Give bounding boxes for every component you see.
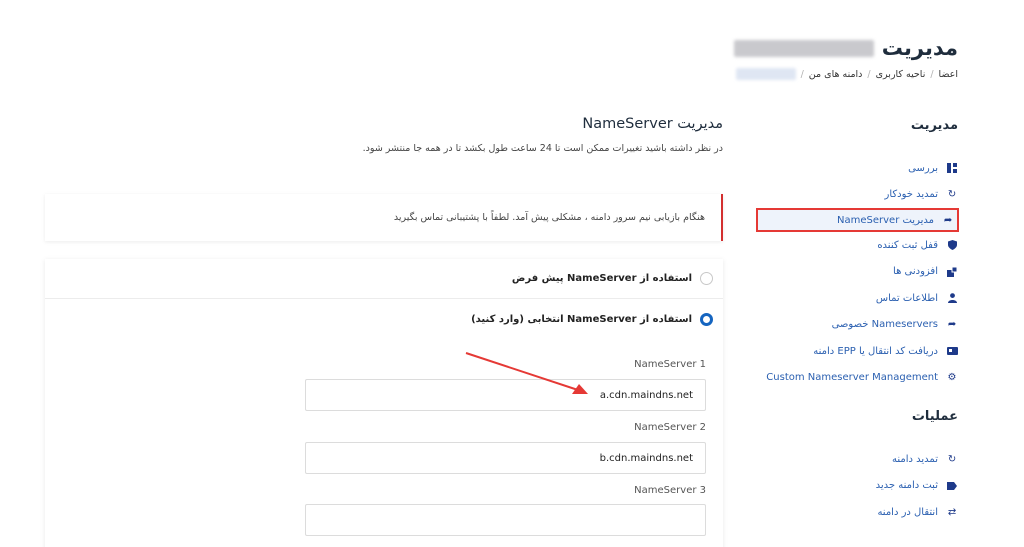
section-title: مدیریت NameServer (582, 116, 723, 132)
exchange-icon: ⇄ (947, 506, 957, 518)
sidebar-item-auto-renew[interactable]: ↻ تمدید خودکار (758, 182, 958, 209)
sidebar-item-private-nameservers[interactable]: ➦ Nameservers خصوصی (758, 312, 958, 339)
error-alert-text: هنگام بازیابی نیم سرور دامنه ، مشکلی پیش… (393, 212, 705, 223)
share-arrow-icon: ➦ (947, 319, 957, 331)
card-icon (946, 347, 958, 356)
sidebar-item-overview[interactable]: بررسی (758, 155, 958, 182)
refresh-icon: ↻ (947, 189, 957, 201)
page-title: مدیریت (881, 36, 958, 60)
option-default-ns[interactable]: استفاده از NameServer پیش فرض (45, 259, 723, 299)
sidebar-item-custom-ns-management[interactable]: ⚙ Custom Nameserver Management (758, 365, 958, 392)
page-header: مدیریت (733, 36, 958, 60)
sidebar-item-addons[interactable]: افزودنی ها (758, 259, 958, 286)
share-arrow-icon: ➦ (943, 214, 953, 226)
annotation-arrow-icon (465, 352, 588, 394)
refresh-icon: ↻ (947, 453, 957, 465)
redacted-domain (733, 39, 874, 57)
sidebar-item-renew-domain[interactable]: ↻ تمدید دامنه (758, 446, 958, 473)
shield-icon (946, 240, 958, 251)
breadcrumb-my-domains[interactable]: دامنه های من (809, 69, 863, 80)
user-icon (946, 293, 958, 304)
option-custom-ns[interactable]: استفاده از NameServer انتخابی (وارد کنید… (45, 299, 723, 339)
sidebar-item-contact-info[interactable]: اطلاعات تماس (758, 285, 958, 312)
ns3-label: NameServer 3 (634, 485, 706, 496)
radio-default-ns[interactable] (700, 272, 713, 285)
sidebar-item-transfer-domain[interactable]: ⇄ انتقال در دامنه (758, 499, 958, 526)
sidebar: مدیریت بررسی ↻ تمدید خودکار ➦ مدیریت Nam… (756, 118, 959, 526)
sidebar-ops-title: عملیات (911, 409, 958, 424)
sidebar-manage-title: مدیریت (910, 118, 958, 133)
propagation-note: در نظر داشته باشید تغییرات ممکن است تا 2… (362, 143, 723, 154)
error-alert: هنگام بازیابی نیم سرور دامنه ، مشکلی پیش… (45, 194, 723, 241)
tag-icon (946, 481, 958, 490)
ns2-label: NameServer 2 (634, 422, 706, 433)
main-content: مدیریت NameServer در نظر داشته باشید تغی… (45, 116, 723, 154)
breadcrumb-client-area[interactable]: ناحیه کاربری (876, 69, 926, 80)
ns3-input[interactable] (305, 504, 706, 536)
option-default-ns-label: استفاده از NameServer پیش فرض (511, 273, 692, 284)
option-custom-ns-label: استفاده از NameServer انتخابی (وارد کنید… (471, 313, 692, 325)
gear-icon: ⚙ (947, 372, 957, 384)
sidebar-item-epp-code[interactable]: دریافت کد انتقال یا EPP دامنه (758, 338, 958, 365)
redacted-breadcrumb (735, 68, 796, 80)
sidebar-item-registrar-lock[interactable]: قفل ثبت کننده (758, 232, 958, 259)
ns2-input[interactable] (305, 442, 706, 474)
breadcrumb-home[interactable]: اعضا (939, 69, 958, 80)
ns1-label: NameServer 1 (634, 359, 706, 370)
grid-icon (946, 163, 958, 174)
nameserver-form: استفاده از NameServer پیش فرض استفاده از… (45, 259, 723, 547)
cubes-icon (946, 266, 958, 277)
breadcrumb: اعضا / ناحیه کاربری / دامنه های من / (735, 68, 958, 80)
sidebar-item-register-domain[interactable]: ثبت دامنه جدید (758, 473, 958, 500)
radio-custom-ns[interactable] (700, 312, 713, 326)
sidebar-item-nameserver[interactable]: ➦ مدیریت NameServer (756, 208, 959, 232)
